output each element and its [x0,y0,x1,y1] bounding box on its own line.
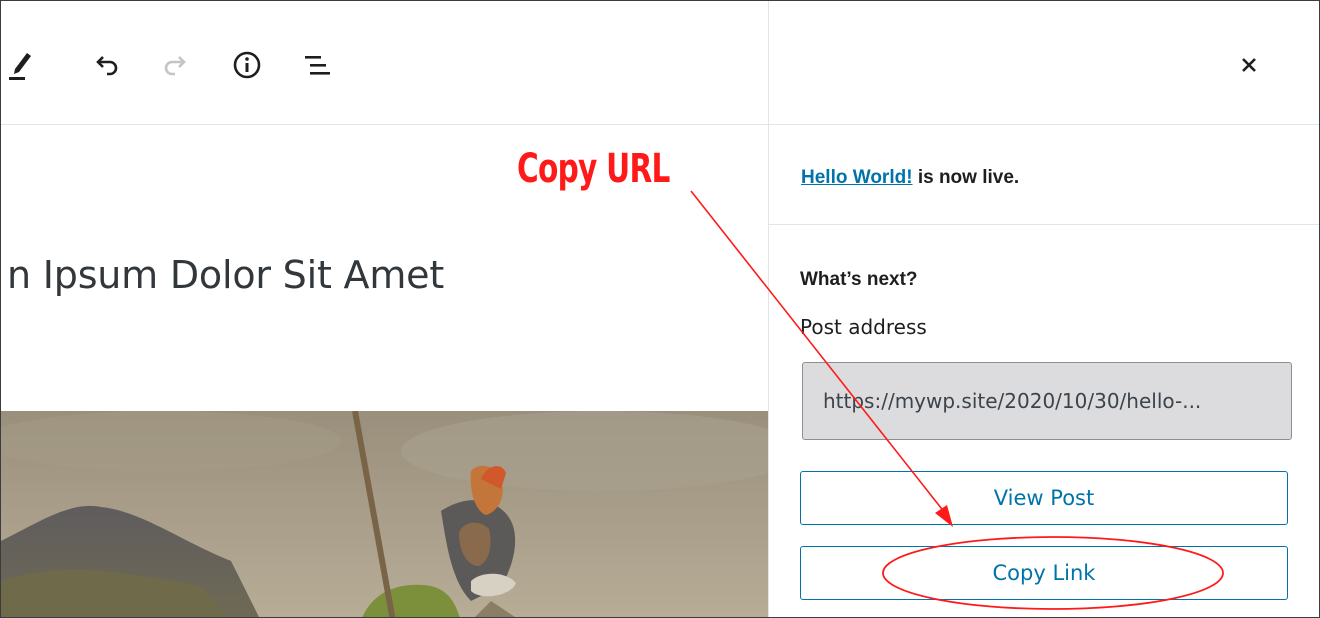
post-title-link[interactable]: Hello World! [801,167,913,188]
undo-icon[interactable] [87,45,127,85]
app-window: n Ipsum Dolor Sit Amet Hello World! is n… [0,0,1320,618]
close-icon[interactable] [1229,45,1269,85]
post-title[interactable]: n Ipsum Dolor Sit Amet [7,253,444,297]
whats-next-heading: What’s next? [800,269,918,290]
post-address-label: Post address [800,315,927,339]
copy-link-button[interactable]: Copy Link [800,546,1288,600]
editor-toolbar [1,1,768,125]
view-post-button[interactable]: View Post [800,471,1288,525]
featured-painting-image [1,411,768,617]
post-address-input[interactable]: https://mywp.site/2020/10/30/hello-... [802,362,1292,440]
edit-tool-icon[interactable] [1,45,41,85]
info-icon[interactable] [227,45,267,85]
panel-header [769,1,1319,125]
post-live-notice: Hello World! is now live. [769,125,1319,225]
annotation-label: Copy URL [517,146,670,192]
list-view-icon[interactable] [297,45,337,85]
editor-canvas: n Ipsum Dolor Sit Amet [1,1,768,617]
post-live-suffix: is now live. [912,167,1020,188]
post-publish-panel: Hello World! is now live. [768,1,1319,617]
post-live-message: Hello World! is now live. [801,167,1019,189]
redo-icon[interactable] [155,45,195,85]
